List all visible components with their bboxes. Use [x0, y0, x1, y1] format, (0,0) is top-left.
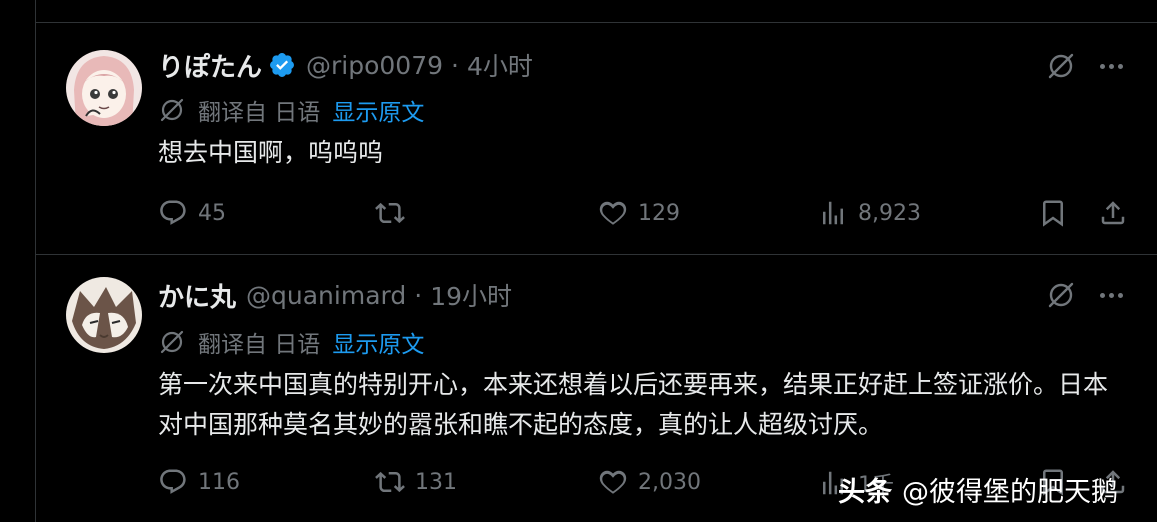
like-icon [599, 201, 627, 225]
repost-count: 131 [415, 469, 457, 495]
watermark-text: @彼得堡的肥天鹅 [902, 477, 1118, 508]
tweet-header: かに丸 @quanimard · 19小时 [158, 277, 512, 313]
bookmark-icon [1043, 200, 1063, 227]
grok-icon[interactable] [1045, 50, 1077, 82]
views-button[interactable]: 8,923 [818, 198, 921, 228]
translate-icon [160, 330, 184, 354]
watermark: 头条 @彼得堡的肥天鹅 [838, 470, 1118, 509]
repost-icon [375, 471, 405, 493]
like-icon [599, 470, 627, 494]
repost-button[interactable]: 131 [375, 467, 457, 497]
reply-button[interactable]: 116 [158, 467, 240, 497]
tweet-actions: 45 129 8,923 [158, 193, 1157, 233]
avatar[interactable] [66, 277, 142, 353]
like-count: 129 [638, 200, 680, 226]
reply-icon [160, 200, 186, 225]
tweet-1[interactable]: りぽたん @ripo0079 · 4小时 翻译自 日语 显示原文 想去中国啊，呜… [36, 23, 1157, 254]
separator: · [414, 280, 423, 310]
show-original-link[interactable]: 显示原文 [332, 93, 424, 127]
like-count: 2,030 [638, 469, 701, 495]
share-icon [1101, 201, 1125, 225]
tweet-text: 想去中国啊，呜呜呜 [158, 138, 384, 167]
reply-count: 45 [198, 200, 226, 226]
bookmark-button[interactable] [1038, 198, 1068, 228]
watermark-logo: 头条 [838, 477, 892, 508]
views-count: 8,923 [858, 200, 921, 226]
more-icon[interactable] [1095, 50, 1127, 82]
tweet-header: りぽたん @ripo0079 · 4小时 [158, 47, 533, 83]
reply-icon [160, 469, 186, 494]
avatar[interactable] [66, 50, 142, 126]
like-button[interactable]: 2,030 [598, 467, 701, 497]
repost-icon [375, 202, 405, 224]
handle[interactable]: @ripo0079 [306, 51, 443, 80]
separator: · [451, 50, 459, 80]
show-original-link[interactable]: 显示原文 [332, 325, 424, 359]
verified-badge-icon [270, 53, 294, 77]
reply-button[interactable]: 45 [158, 198, 226, 228]
views-icon [823, 201, 843, 225]
timestamp[interactable]: 19小时 [430, 277, 512, 313]
translated-from-label: 翻译自 日语 [198, 100, 321, 126]
tweet-text: 第一次来中国真的特别开心，本来还想着以后还要再来，结果正好赶上签证涨价。日本对中… [158, 370, 1109, 439]
grok-icon[interactable] [1045, 279, 1077, 311]
share-button[interactable] [1098, 198, 1128, 228]
handle[interactable]: @quanimard [246, 281, 406, 310]
repost-button[interactable] [375, 198, 415, 228]
translated-from-label: 翻译自 日语 [198, 332, 321, 358]
reply-count: 116 [198, 469, 240, 495]
timeline-feed: りぽたん @ripo0079 · 4小时 翻译自 日语 显示原文 想去中国啊，呜… [35, 0, 1157, 522]
more-icon[interactable] [1095, 279, 1127, 311]
translation-notice: 翻译自 日语 显示原文 [158, 325, 424, 359]
translate-icon [160, 98, 184, 122]
translation-notice: 翻译自 日语 显示原文 [158, 93, 424, 127]
like-button[interactable]: 129 [598, 198, 680, 228]
display-name[interactable]: かに丸 [158, 277, 236, 314]
display-name[interactable]: りぽたん [158, 47, 262, 84]
timestamp[interactable]: 4小时 [467, 47, 533, 83]
